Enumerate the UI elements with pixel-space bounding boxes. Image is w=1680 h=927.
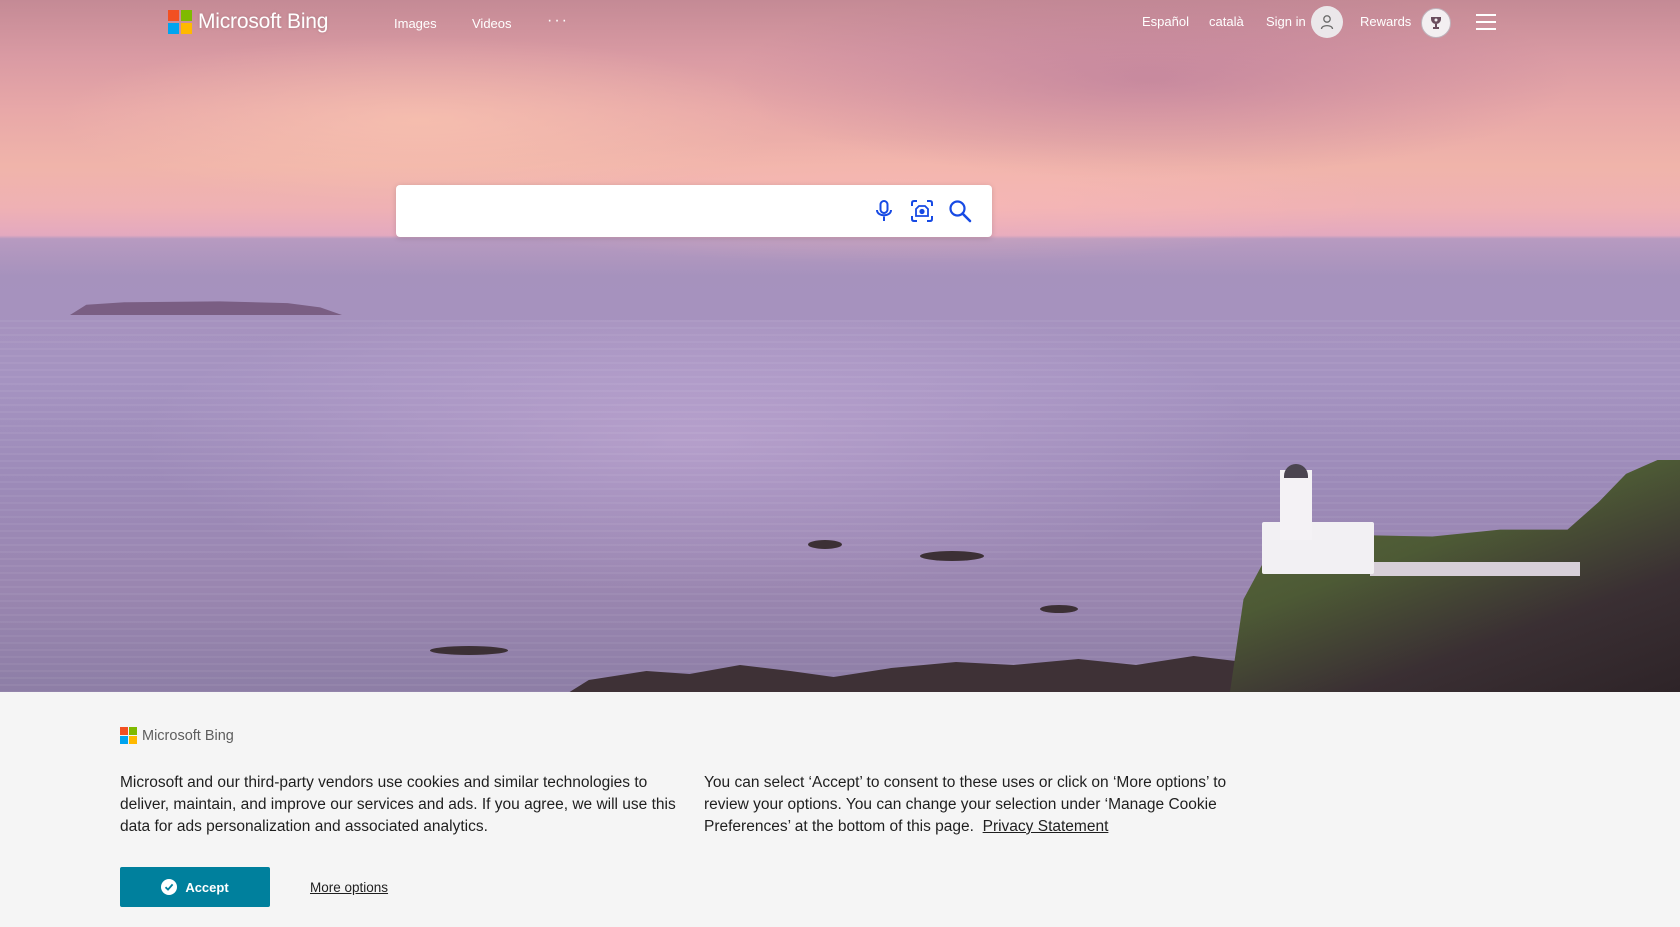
person-icon (1320, 15, 1334, 30)
menu-hamburger-icon[interactable] (1476, 14, 1496, 30)
microsoft-logo-icon (168, 10, 192, 34)
nav-videos[interactable]: Videos (472, 16, 512, 31)
visual-search-icon[interactable] (909, 198, 935, 224)
user-avatar-icon[interactable] (1311, 6, 1343, 38)
top-header: Microsoft Bing Images Videos ··· Español… (0, 0, 1680, 50)
more-options-link[interactable]: More options (310, 880, 388, 895)
sea-rock (920, 551, 984, 561)
bing-logo[interactable]: Microsoft Bing (168, 10, 328, 34)
sea-rock (808, 540, 842, 549)
language-espanol[interactable]: Español (1142, 14, 1189, 29)
search-icon[interactable] (947, 198, 973, 224)
microphone-icon[interactable] (871, 198, 897, 224)
more-nav-dots[interactable]: ··· (547, 12, 569, 30)
sea-rock (430, 646, 508, 655)
accept-button[interactable]: Accept (120, 867, 270, 907)
sea-rock (1040, 605, 1078, 613)
sign-in-link[interactable]: Sign in (1266, 14, 1306, 29)
cookie-paragraph-right: You can select ‘Accept’ to consent to th… (704, 774, 1227, 835)
cookie-logo-text: Microsoft Bing (142, 727, 234, 744)
privacy-statement-link[interactable]: Privacy Statement (983, 818, 1109, 835)
language-catala[interactable]: català (1209, 14, 1244, 29)
cookie-paragraph-left: Microsoft and our third-party vendors us… (120, 774, 676, 835)
rewards-link[interactable]: Rewards (1360, 14, 1411, 29)
check-circle-icon (161, 879, 178, 895)
accept-label: Accept (185, 879, 229, 895)
cookie-text-right: You can select ‘Accept’ to consent to th… (704, 772, 1264, 838)
nav-images[interactable]: Images (394, 16, 437, 31)
background-image (0, 0, 1680, 692)
cookie-text-left: Microsoft and our third-party vendors us… (120, 772, 680, 838)
rewards-trophy-icon[interactable] (1421, 8, 1451, 38)
logo-text: Microsoft Bing (198, 10, 329, 33)
search-input[interactable] (410, 195, 854, 229)
search-box (396, 185, 992, 237)
microsoft-logo-icon (120, 727, 137, 744)
cookie-bing-logo: Microsoft Bing (120, 727, 234, 744)
pier (1370, 562, 1580, 576)
trophy-icon (1431, 17, 1441, 29)
cookie-consent-banner: Microsoft Bing Microsoft and our third-p… (0, 692, 1680, 927)
lighthouse-building (1262, 522, 1374, 574)
lighthouse-tower (1280, 470, 1312, 540)
